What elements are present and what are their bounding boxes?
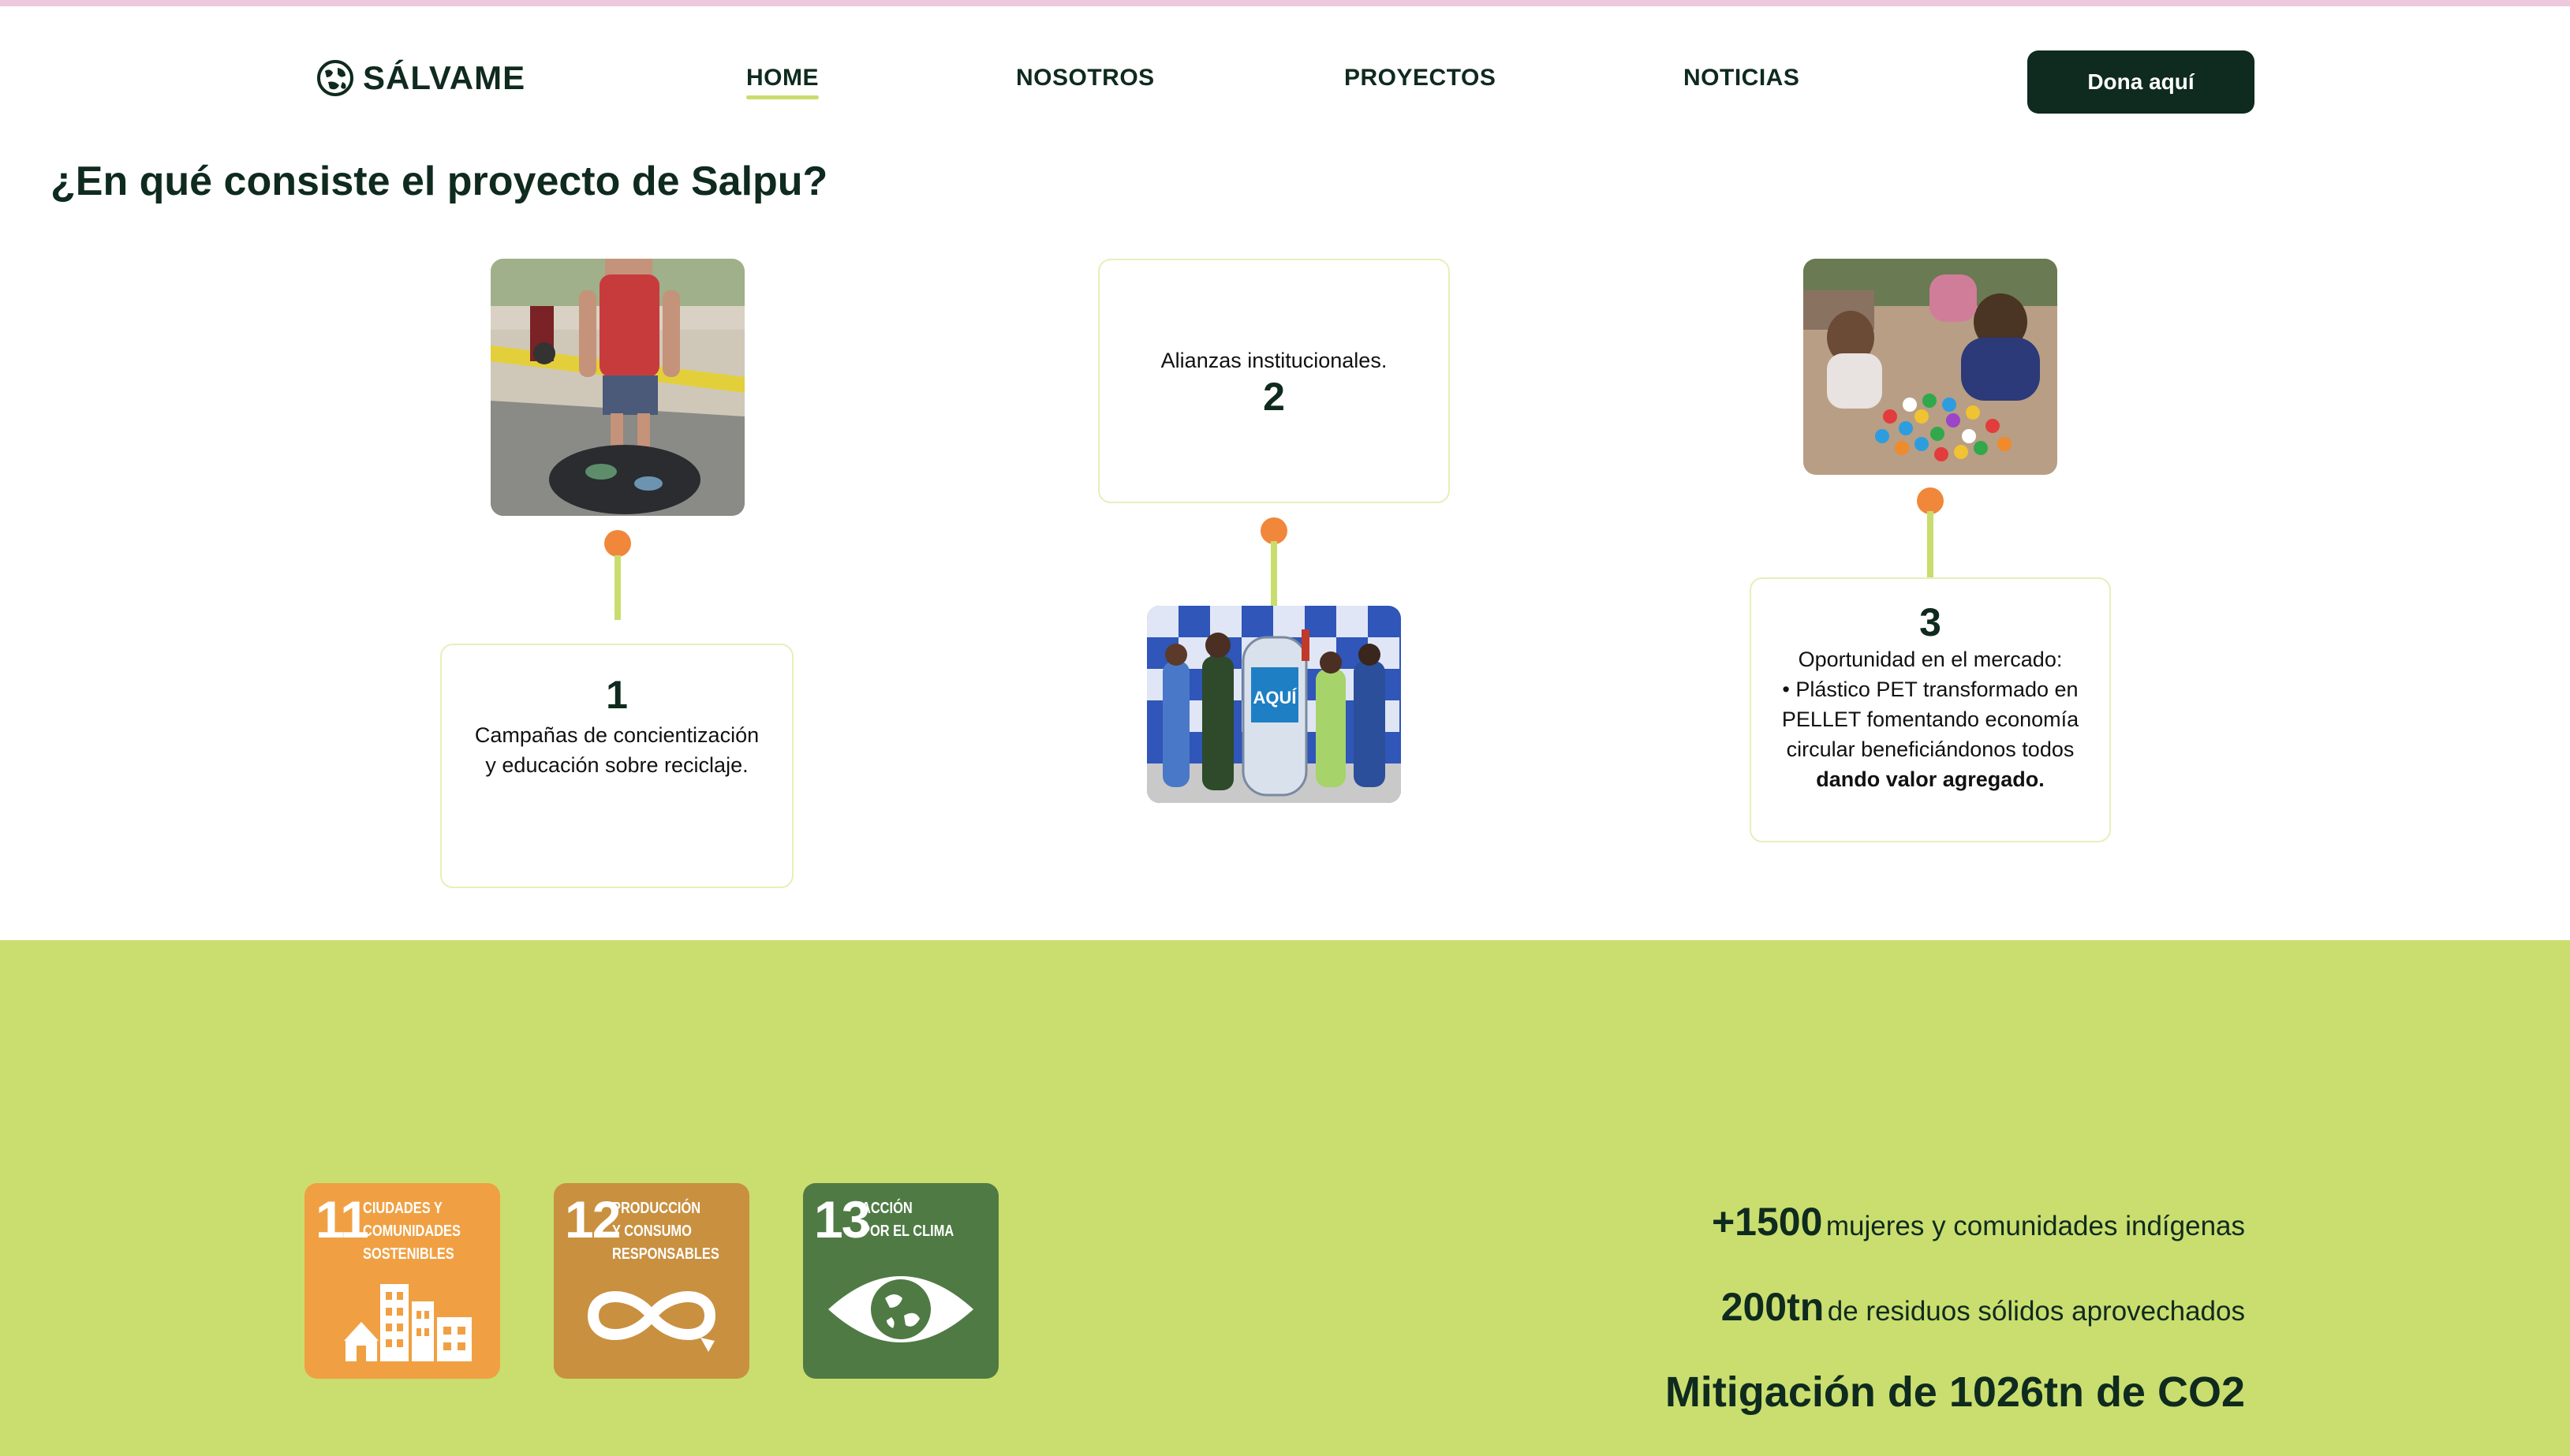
- timeline-dot-3: [1917, 487, 1944, 514]
- step-number-1: 1: [606, 673, 628, 717]
- stat-co2-value: Mitigación de 1026tn de CO2: [1664, 1368, 2245, 1416]
- timeline-stem-2: [1271, 541, 1277, 609]
- timeline-dot-2: [1261, 517, 1287, 544]
- eye-globe-icon: [828, 1276, 973, 1342]
- sdg-11-card: 11 CIUDADES Y COMUNIDADES SOSTENIBLES: [304, 1183, 500, 1379]
- stat-co2: Mitigación de 1026tn de CO2: [1665, 1368, 2245, 1417]
- sdg-12-card: 12 PRODUCCIÓN Y CONSUMO RESPONSABLES: [554, 1183, 749, 1379]
- stat-women: +1500 mujeres y comunidades indígenas: [1712, 1199, 2245, 1245]
- stat-women-value: +1500: [1711, 1200, 1823, 1244]
- nav-home[interactable]: HOME: [746, 65, 819, 99]
- donate-button[interactable]: Dona aquí: [2027, 50, 2254, 114]
- step-text-1: Campañas de concientización y educación …: [474, 723, 760, 777]
- stat-waste-value: 200tn: [1720, 1285, 1825, 1329]
- site-header: SÁLVAME HOME NOSOTROS PROYECTOS NOTICIAS…: [0, 6, 2570, 140]
- step-text-3: Oportunidad en el mercado: • Plástico PE…: [1772, 644, 2089, 794]
- step-text-3-line1: Oportunidad en el mercado:: [1798, 648, 2063, 671]
- step-card-1: 1 Campañas de concientización y educació…: [440, 644, 794, 888]
- nav-nosotros[interactable]: NOSOTROS: [1016, 65, 1155, 91]
- people-sorting-plastic-caps-photo: [1803, 259, 2057, 475]
- city-buildings-icon: [344, 1284, 472, 1361]
- step-number-2: 2: [1263, 375, 1285, 419]
- stat-waste-label: de residuos sólidos aprovechados: [1827, 1296, 2245, 1327]
- timeline-stem-3: [1927, 511, 1933, 579]
- bin-label: AQUÍ: [1253, 688, 1298, 707]
- timeline-dot-1: [604, 530, 631, 557]
- brand-logo[interactable]: SÁLVAME: [316, 58, 525, 98]
- brand-name: SÁLVAME: [363, 59, 526, 96]
- top-accent-line: [0, 0, 2570, 6]
- step-card-3: 3 Oportunidad en el mercado: • Plástico …: [1750, 577, 2111, 842]
- sdg-13-card: 13 ACCIÓN POR EL CLIMA: [803, 1183, 999, 1379]
- stat-women-label: mujeres y comunidades indígenas: [1825, 1211, 2245, 1241]
- nav-noticias[interactable]: NOTICIAS: [1683, 65, 1799, 91]
- section-title: ¿En qué consiste el proyecto de Salpu?: [50, 159, 828, 204]
- step-card-2: Alianzas institucionales. 2: [1098, 259, 1450, 503]
- step-text-3-bold: dando valor agregado.: [1816, 767, 2045, 791]
- infinity-loop-icon: [587, 1291, 716, 1352]
- team-with-collection-bin-photo: AQUÍ: [1147, 606, 1401, 803]
- nav-proyectos[interactable]: PROYECTOS: [1344, 65, 1496, 91]
- step-text-2: Alianzas institucionales.: [1160, 349, 1388, 372]
- step-text-3-line2: • Plástico PET transformado en PELLET fo…: [1781, 678, 2079, 761]
- globe-hands-icon: [317, 60, 353, 96]
- stat-waste: 200tn de residuos sólidos aprovechados: [1721, 1284, 2245, 1330]
- step-number-3: 3: [1919, 600, 1941, 644]
- timeline-stem-1: [614, 555, 621, 620]
- woman-with-bottles-photo: [491, 259, 745, 516]
